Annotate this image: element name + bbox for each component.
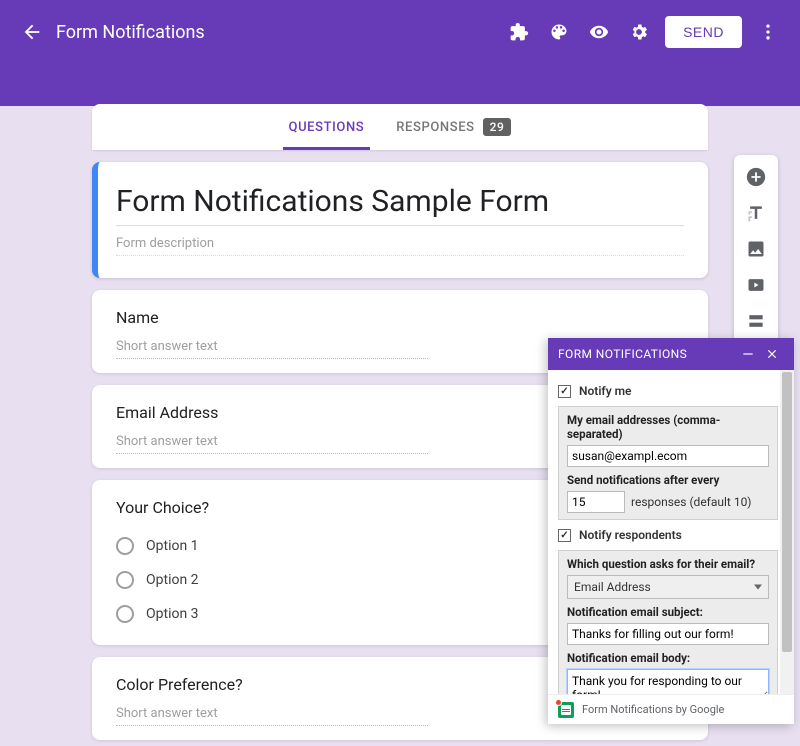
short-answer-placeholder: Short answer text — [116, 339, 428, 359]
radio-icon — [116, 537, 134, 555]
subject-label: Notification email subject: — [567, 605, 769, 619]
responses-count-badge: 29 — [483, 118, 512, 136]
form-title[interactable]: Form Notifications Sample Form — [116, 184, 684, 226]
subject-input[interactable] — [567, 623, 769, 645]
settings-icon[interactable] — [619, 12, 659, 52]
scrollbar-thumb[interactable] — [782, 372, 792, 652]
radio-option-label: Option 3 — [146, 606, 199, 622]
short-answer-placeholder: Short answer text — [116, 434, 428, 454]
radio-option-label: Option 1 — [146, 538, 199, 554]
tab-questions-label: QUESTIONS — [289, 120, 365, 135]
body-textarea[interactable] — [567, 669, 769, 694]
subheader — [0, 64, 800, 106]
add-image-icon[interactable] — [738, 233, 774, 265]
add-question-icon[interactable] — [738, 161, 774, 193]
form-description[interactable]: Form description — [116, 226, 684, 256]
emails-label: My email addresses (comma-separated) — [567, 413, 769, 441]
short-answer-placeholder: Short answer text — [116, 706, 428, 726]
app-title: Form Notifications — [56, 22, 205, 43]
addons-icon[interactable] — [499, 12, 539, 52]
after-label: Send notifications after every — [567, 473, 769, 487]
radio-icon — [116, 571, 134, 589]
body-label: Notification email body: — [567, 651, 769, 665]
preview-icon[interactable] — [579, 12, 619, 52]
appbar: Form Notifications SEND — [0, 0, 800, 64]
checkbox-checked-icon: ✓ — [558, 385, 571, 398]
notify-respondents-group: Which question asks for their email? Ema… — [558, 550, 778, 694]
notify-me-checkbox[interactable]: ✓ Notify me — [558, 380, 778, 402]
add-video-icon[interactable] — [738, 269, 774, 301]
sheets-badge — [558, 702, 574, 718]
question-toolbar — [734, 155, 778, 343]
notification-dot-icon — [555, 699, 562, 706]
addon-body: ✓ Notify me My email addresses (comma-se… — [548, 370, 794, 694]
addon-panel: FORM NOTIFICATIONS ✓ Notify me My email … — [548, 338, 794, 724]
after-suffix: responses (default 10) — [631, 495, 752, 509]
which-question-value: Email Address — [574, 580, 651, 594]
question-title[interactable]: Name — [116, 308, 684, 327]
scrollbar[interactable] — [780, 370, 794, 694]
radio-option-label: Option 2 — [146, 572, 199, 588]
addon-footer: Form Notifications by Google — [548, 694, 794, 724]
addon-footer-label: Form Notifications by Google — [582, 703, 724, 716]
notify-me-label: Notify me — [579, 384, 632, 398]
form-title-card[interactable]: Form Notifications Sample Form Form desc… — [92, 162, 708, 278]
tab-questions[interactable]: QUESTIONS — [289, 104, 365, 150]
more-icon[interactable] — [748, 12, 788, 52]
close-icon[interactable] — [760, 342, 784, 366]
which-question-select[interactable]: Email Address — [567, 575, 769, 599]
emails-input[interactable] — [567, 445, 769, 467]
tab-responses[interactable]: RESPONSES 29 — [396, 104, 511, 150]
which-question-label: Which question asks for their email? — [567, 557, 769, 571]
notify-respondents-label: Notify respondents — [579, 528, 682, 542]
notify-me-group: My email addresses (comma-separated) Sen… — [558, 406, 778, 520]
after-count-input[interactable] — [567, 491, 625, 513]
notify-respondents-checkbox[interactable]: ✓ Notify respondents — [558, 524, 778, 546]
tab-responses-label: RESPONSES — [396, 120, 474, 135]
minimize-icon[interactable] — [736, 342, 760, 366]
palette-icon[interactable] — [539, 12, 579, 52]
addon-header: FORM NOTIFICATIONS — [548, 338, 794, 370]
addon-title: FORM NOTIFICATIONS — [558, 347, 687, 361]
back-button[interactable] — [12, 12, 52, 52]
radio-icon — [116, 605, 134, 623]
tabs-bar: QUESTIONS RESPONSES 29 — [92, 104, 708, 150]
send-button[interactable]: SEND — [665, 16, 742, 48]
add-section-icon[interactable] — [738, 305, 774, 337]
checkbox-checked-icon: ✓ — [558, 529, 571, 542]
add-title-icon[interactable] — [738, 197, 774, 229]
